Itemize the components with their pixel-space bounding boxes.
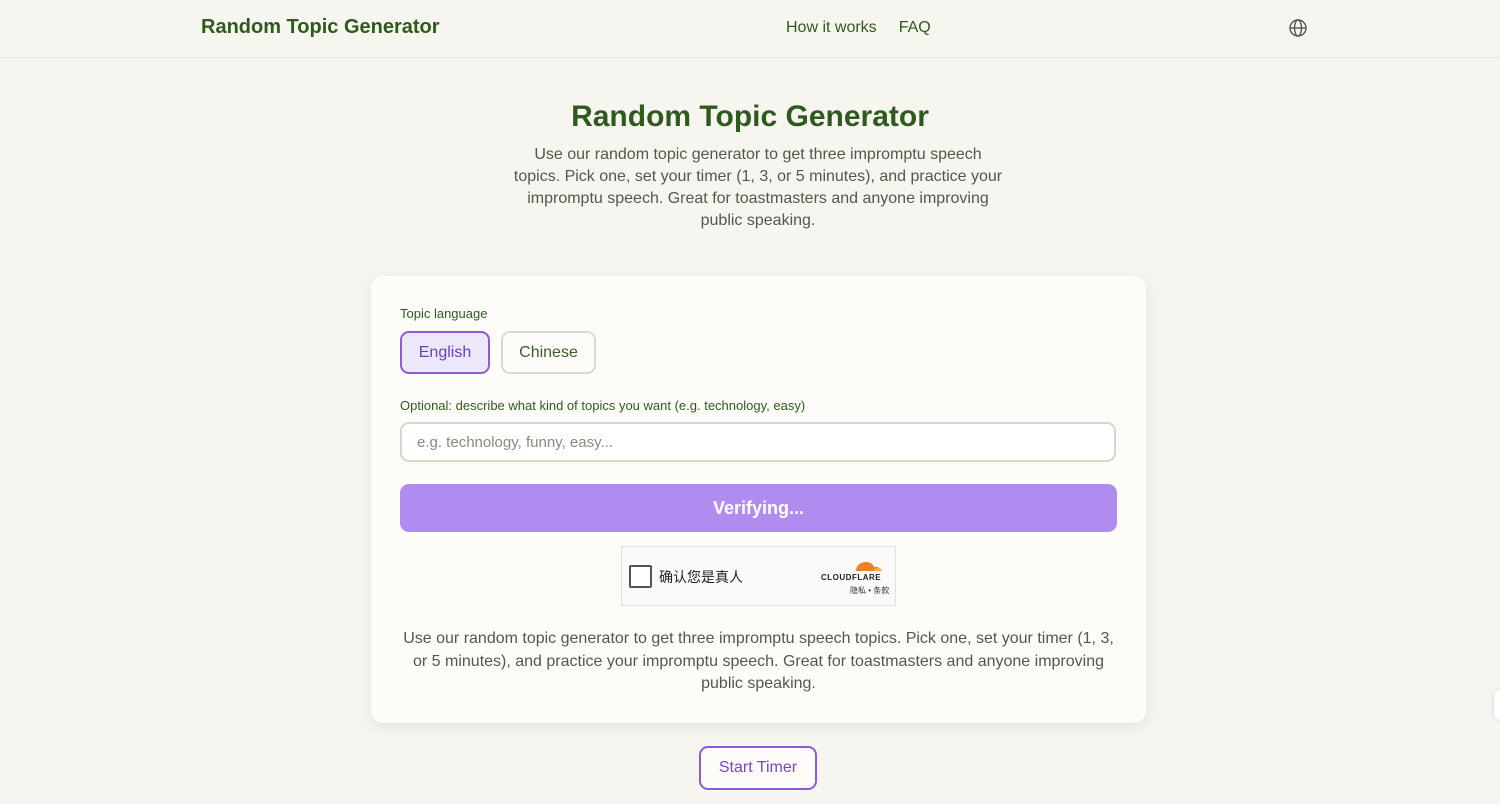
captcha-label: 确认您是真人: [659, 569, 743, 585]
nav-how-it-works[interactable]: How it works: [786, 19, 877, 37]
topic-input[interactable]: [400, 422, 1116, 462]
language-chinese-button[interactable]: Chinese: [501, 331, 596, 374]
hero-description: Use our random topic generator to get th…: [513, 146, 1003, 229]
start-timer-button[interactable]: Start Timer: [699, 746, 817, 790]
cloudflare-logo-icon: [856, 562, 882, 571]
cloudflare-wordmark: CLOUDFLARE: [821, 573, 882, 582]
captcha-checkbox[interactable]: [629, 565, 652, 588]
topic-description-label: Optional: describe what kind of topics y…: [400, 398, 806, 413]
brand-logo[interactable]: Random Topic Generator: [201, 16, 440, 39]
nav-faq[interactable]: FAQ: [899, 19, 931, 37]
main-nav: How it works FAQ: [786, 19, 931, 37]
edge-scroll-handle[interactable]: [1494, 690, 1500, 720]
generate-button[interactable]: Verifying...: [400, 484, 1117, 532]
topic-language-label: Topic language: [400, 306, 488, 321]
language-english-button[interactable]: English: [400, 331, 490, 374]
captcha-widget: 确认您是真人 CLOUDFLARE 隐私 • 条款: [621, 546, 896, 606]
card-description: Use our random topic generator to get th…: [403, 630, 1114, 692]
site-header: Random Topic Generator How it works FAQ: [0, 0, 1500, 58]
globe-icon[interactable]: [1288, 18, 1308, 38]
generator-card: Topic language English Chinese Optional:…: [371, 276, 1146, 723]
page-title: Random Topic Generator: [571, 100, 929, 133]
captcha-links[interactable]: 隐私 • 条款: [850, 585, 889, 596]
